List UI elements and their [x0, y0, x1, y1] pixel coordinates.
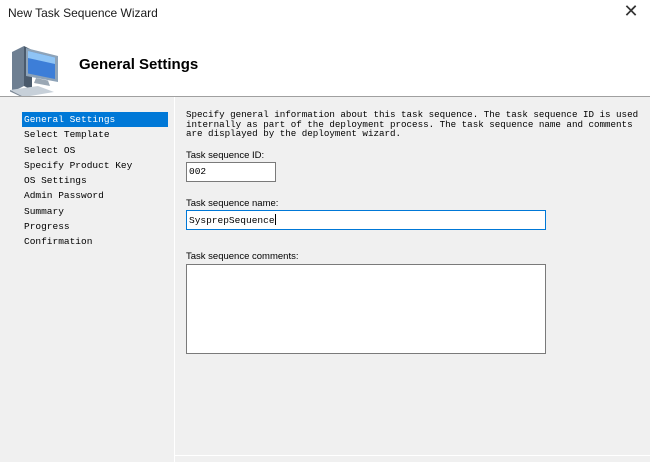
task-sequence-id-label: Task sequence ID: — [186, 150, 265, 161]
nav-item-confirmation[interactable]: Confirmation — [22, 234, 168, 249]
wizard-steps: General Settings Select Template Select … — [22, 112, 168, 250]
text-caret — [274, 214, 276, 225]
nav-item-os-settings[interactable]: OS Settings — [22, 173, 168, 188]
nav-item-progress[interactable]: Progress — [22, 219, 168, 234]
bottom-divider — [174, 455, 650, 456]
task-sequence-id-field[interactable]: 002 — [186, 162, 276, 182]
page-title: General Settings — [79, 56, 199, 73]
task-sequence-comments-field[interactable] — [186, 264, 546, 354]
nav-item-select-os[interactable]: Select OS — [22, 143, 168, 158]
nav-item-summary[interactable]: Summary — [22, 204, 168, 219]
nav-item-admin-password[interactable]: Admin Password — [22, 188, 168, 203]
wizard-header: General Settings — [0, 28, 650, 98]
window-title: New Task Sequence Wizard — [8, 6, 158, 20]
task-sequence-id-value: 002 — [189, 166, 207, 177]
step-description: Specify general information about this t… — [186, 109, 639, 140]
nav-item-select-template[interactable]: Select Template — [22, 127, 168, 142]
title-bar: New Task Sequence Wizard ✕ — [0, 0, 650, 28]
close-icon[interactable]: ✕ — [618, 1, 644, 25]
task-sequence-name-value: SysprepSequence — [189, 215, 275, 226]
task-sequence-comments-label: Task sequence comments: — [186, 251, 299, 262]
nav-item-specify-product-key[interactable]: Specify Product Key — [22, 158, 168, 173]
task-sequence-name-label: Task sequence name: — [186, 198, 279, 209]
task-sequence-name-field[interactable]: SysprepSequence — [186, 210, 546, 230]
computer-icon — [10, 46, 58, 98]
nav-item-general-settings[interactable]: General Settings — [22, 112, 168, 128]
